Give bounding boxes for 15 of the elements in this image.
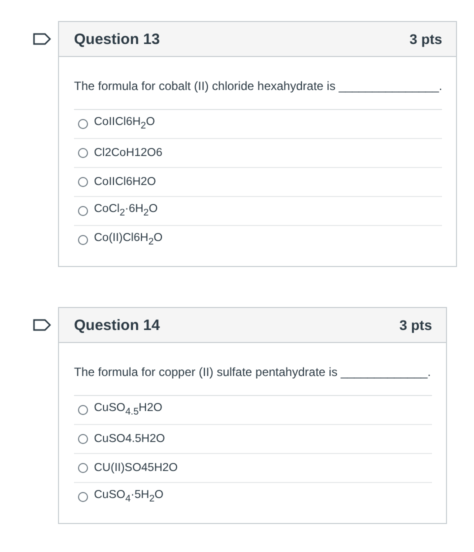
question-text: The formula for cobalt (II) chloride hexahydrate is _______________. <box>74 79 442 93</box>
answer-option[interactable]: CuSO$_{4.5}$H2O <box>94 402 162 418</box>
points-label: 3 pts <box>399 317 432 333</box>
answer-option[interactable]: Cl2CoH12O6 <box>94 147 162 159</box>
answer-option[interactable]: CU(II)SO45H2O <box>94 462 178 474</box>
answer-option[interactable]: CuSO4.5H2O <box>94 433 165 445</box>
answer-option[interactable]: CoIICl6H$_{2}$O <box>94 116 155 132</box>
points-label: 3 pts <box>410 31 442 47</box>
answer-option[interactable]: CoCl$_{2}$·6H$_{2}$O <box>94 203 158 219</box>
answer-option[interactable]: CuSO$_{4}$·5H$_{2}$O <box>94 489 164 505</box>
question-title: Question 13 <box>74 30 160 48</box>
answer-option[interactable]: Co(II)Cl6H$_{2}$O <box>94 232 163 248</box>
question-text: The formula for copper (II) sulfate pentahydrate is _____________. <box>74 365 432 379</box>
question-title: Question 14 <box>74 316 160 334</box>
answer-option[interactable]: CoIICl6H2O <box>94 176 156 188</box>
